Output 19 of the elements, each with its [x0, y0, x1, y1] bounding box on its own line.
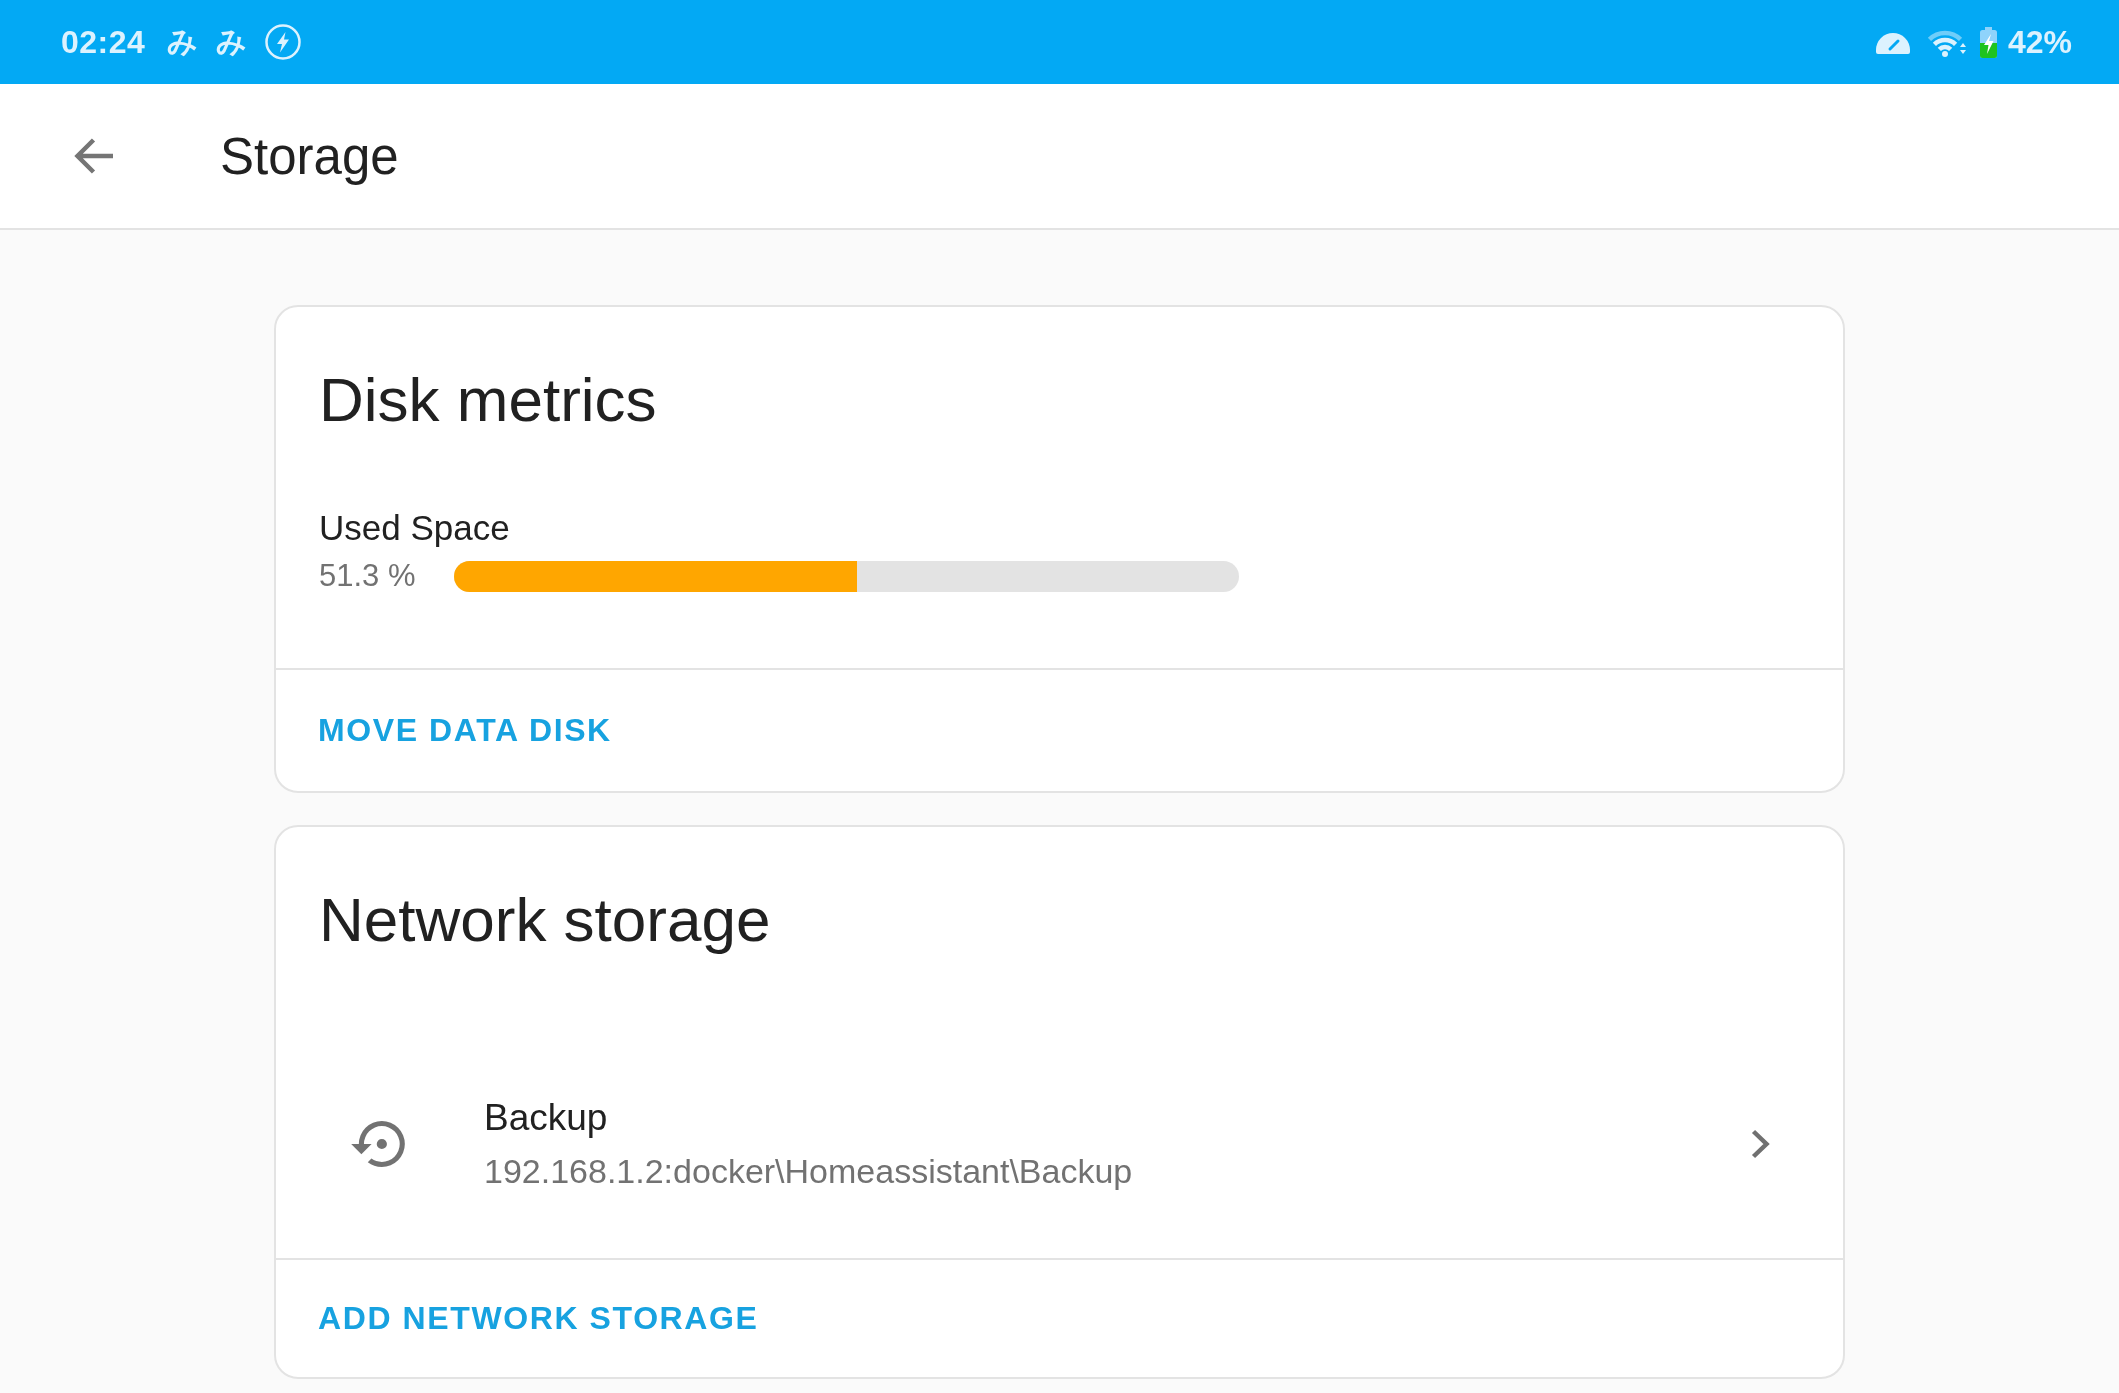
add-network-storage-button[interactable]: ADD NETWORK STORAGE	[297, 1270, 780, 1367]
page-title: Storage	[220, 126, 399, 186]
metric-reading: 51.3 %	[319, 558, 417, 594]
notification-glyph: み	[167, 24, 199, 60]
status-time: 02:24	[61, 23, 146, 61]
speedometer-icon	[1874, 30, 1911, 54]
metric-label: Used Space	[319, 507, 511, 549]
move-data-disk-button[interactable]: MOVE DATA DISK	[297, 682, 633, 779]
battery-charging-icon	[1978, 26, 1998, 58]
chevron-right-icon[interactable]	[1750, 1128, 1770, 1159]
mount-name: Backup	[484, 1095, 608, 1140]
card-title: Disk metrics	[318, 364, 658, 436]
mount-path: 192.168.1.2:docker\Homeassistant\Backup	[484, 1150, 1133, 1192]
back-arrow-icon	[72, 136, 114, 176]
card-title: Network storage	[318, 884, 772, 956]
battery-percentage: 42%	[2007, 23, 2072, 61]
lightning-bolt-icon	[265, 24, 302, 60]
notification-glyph: み	[216, 24, 248, 60]
backup-restore-icon	[351, 1120, 405, 1167]
